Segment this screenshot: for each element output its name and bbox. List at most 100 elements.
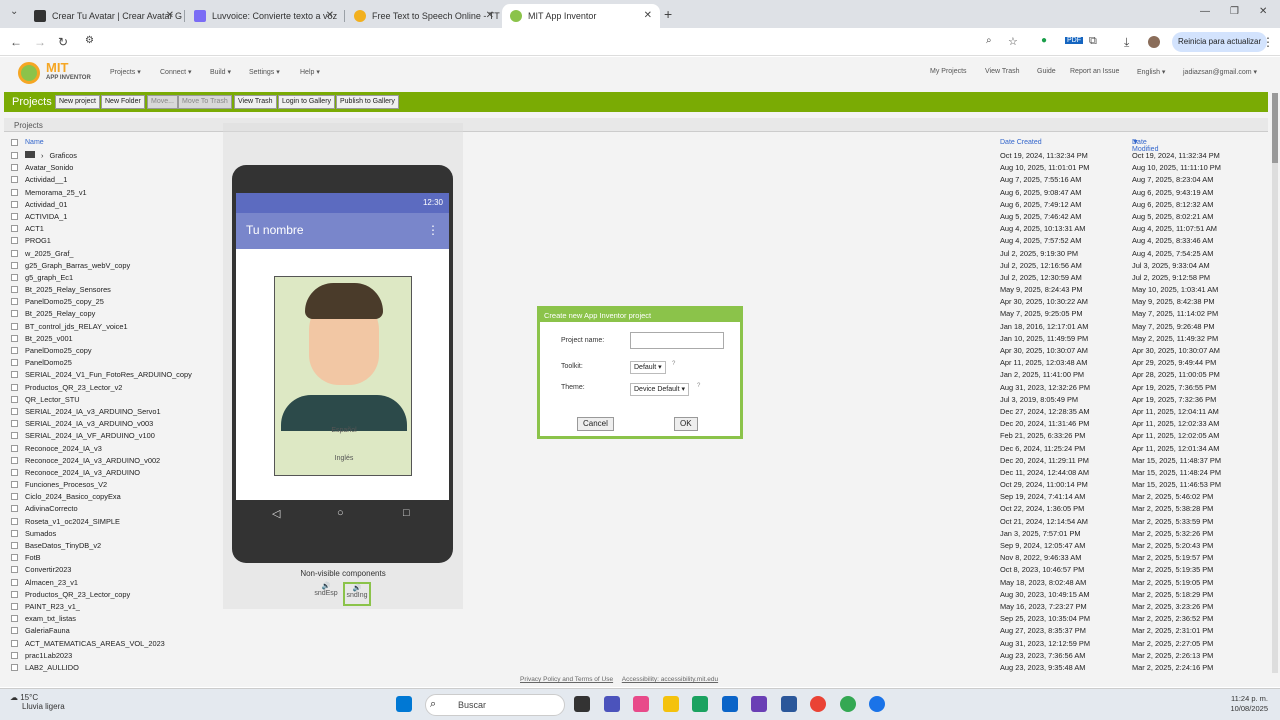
project-name[interactable]: Avatar_Sonido (25, 163, 73, 172)
language-menu[interactable]: English ▾ (1137, 68, 1165, 76)
project-name[interactable]: ACT_MATEMATICAS_AREAS_VOL_2023 (25, 639, 165, 648)
table-row[interactable]: Actividad__1 Aug 7, 2025, 7:55:16 AM Aug 7… (4, 174, 1268, 186)
table-row[interactable]: ACT_MATEMATICAS_AREAS_VOL_2023 Aug 31, 20… (4, 638, 1268, 650)
project-name[interactable]: Actividad__1 (25, 175, 67, 184)
project-name[interactable]: Reconoce_2024_IA_v3_ARDUINO (25, 468, 140, 477)
column-date-modified[interactable]: Date Modified ▼ (1132, 139, 1158, 153)
row-checkbox[interactable] (11, 420, 18, 428)
profile-avatar[interactable] (1148, 36, 1160, 48)
start-icon[interactable] (396, 696, 412, 712)
copilot-icon[interactable] (633, 696, 649, 712)
project-name[interactable]: PanelDomo25_copy_25 (25, 297, 104, 306)
theme-select[interactable]: Device Default ▾ (630, 383, 689, 396)
task-view-icon[interactable] (574, 696, 590, 712)
column-date-created[interactable]: Date Created (1000, 139, 1042, 146)
row-checkbox[interactable] (11, 481, 18, 489)
table-row[interactable]: › Graficos Oct 19, 2024, 11:32:34 PM Oct 19… (4, 150, 1268, 162)
row-checkbox[interactable] (11, 517, 18, 525)
new-tab-icon[interactable]: + (664, 6, 672, 22)
table-row[interactable]: FotB Nov 8, 2022, 9:46:33 AM Mar 2, 2025, … (4, 552, 1268, 564)
close-icon[interactable]: ✕ (486, 10, 494, 21)
project-name[interactable]: AdivinaCorrecto (25, 504, 78, 513)
row-checkbox[interactable] (11, 249, 18, 257)
menu-settings[interactable]: Settings ▾ (249, 68, 280, 76)
publish-gallery-button[interactable]: Publish to Gallery (336, 95, 399, 109)
project-name[interactable]: BaseDatos_TinyDB_v2 (25, 541, 101, 550)
system-clock[interactable]: 11:24 p. m. 10/08/2025 (1230, 694, 1268, 714)
taskbar-search[interactable]: Buscar (425, 694, 565, 716)
table-row[interactable]: Sumados Jan 3, 2025, 7:57:01 PM Mar 2, 202… (4, 528, 1268, 540)
row-checkbox[interactable] (11, 590, 18, 598)
move-to-trash-button[interactable]: Move To Trash (178, 95, 232, 109)
privacy-link[interactable]: Privacy Policy and Terms of Use (520, 676, 613, 683)
project-name[interactable]: ACT1 (25, 224, 44, 233)
close-icon[interactable]: ✕ (166, 10, 174, 21)
table-row[interactable]: g5_graph_Ec1 Jul 2, 2025, 12:30:59 AM Jul … (4, 272, 1268, 284)
row-checkbox[interactable] (11, 164, 18, 172)
table-row[interactable]: Bt_2025_Relay_Sensores May 9, 2025, 8:24:… (4, 284, 1268, 296)
bookmark-star-icon[interactable]: ☆ (1008, 35, 1018, 48)
table-row[interactable]: ACT1 Aug 4, 2025, 10:13:31 AM Aug 4, 2025,… (4, 223, 1268, 235)
new-folder-button[interactable]: New Folder (101, 95, 145, 109)
mit-app-inventor-logo[interactable]: MIT APP INVENTOR (18, 60, 98, 86)
table-row[interactable]: PAINT_R23_v1_ May 16, 2023, 7:23:27 PM Mar… (4, 601, 1268, 613)
project-name[interactable]: g5_graph_Ec1 (25, 273, 73, 282)
back-icon[interactable]: ← (10, 35, 22, 49)
table-row[interactable]: Reconoce_2024_IA_v3 Dec 6, 2024, 11:25:24… (4, 443, 1268, 455)
table-row[interactable]: GaleriaFauna Aug 27, 2023, 8:35:37 PM Mar … (4, 625, 1268, 637)
cancel-button[interactable]: Cancel (577, 417, 614, 431)
table-row[interactable]: Reconoce_2024_IA_v3_ARDUINO_v002 Dec 20, … (4, 455, 1268, 467)
menu-help[interactable]: Help ▾ (300, 68, 320, 76)
project-name[interactable]: prac1Lab2023 (25, 651, 72, 660)
tab-search-icon[interactable]: ⌄ (10, 6, 18, 17)
project-name[interactable]: Funciones_Procesos_V2 (25, 480, 107, 489)
row-checkbox[interactable] (11, 237, 18, 245)
update-button[interactable]: Reinicia para actualizar (1172, 32, 1268, 52)
chevron-right-icon[interactable]: › (41, 151, 43, 160)
row-checkbox[interactable] (11, 188, 18, 196)
table-row[interactable]: prac1Lab2023 Aug 23, 2023, 7:36:56 AM Mar … (4, 650, 1268, 662)
teams-icon[interactable] (604, 696, 620, 712)
row-checkbox[interactable] (11, 542, 18, 549)
row-checkbox[interactable] (11, 383, 18, 391)
project-name[interactable]: LAB2_AULLIDO (25, 663, 79, 672)
project-name[interactable]: GaleriaFauna (25, 626, 70, 635)
table-row[interactable]: Convertir2023 Oct 8, 2023, 10:46:57 PM Mar… (4, 564, 1268, 576)
row-checkbox[interactable] (11, 468, 18, 476)
report-issue-link[interactable]: Report an Issue (1070, 68, 1119, 75)
select-all-checkbox[interactable] (11, 139, 18, 146)
new-project-button[interactable]: New project (55, 95, 100, 109)
chrome-icon[interactable] (810, 696, 826, 712)
extension-icon[interactable]: ● (1041, 35, 1047, 46)
column-name[interactable]: Name (25, 139, 44, 146)
forward-icon[interactable]: → (34, 35, 46, 49)
row-checkbox[interactable] (11, 359, 18, 367)
scrollbar-thumb[interactable] (1272, 93, 1278, 163)
project-name-input[interactable] (630, 332, 724, 349)
project-name[interactable]: Memorama_25_v1 (25, 188, 87, 197)
project-name[interactable]: PanelDomo25_copy (25, 346, 92, 355)
row-checkbox[interactable] (11, 456, 18, 464)
row-checkbox[interactable] (11, 212, 18, 220)
move-button[interactable]: Move... (147, 95, 178, 109)
vscode-icon[interactable] (751, 696, 767, 712)
reload-icon[interactable]: ↻ (58, 35, 68, 49)
project-name[interactable]: FotB (25, 553, 41, 562)
project-name[interactable]: BT_control_jds_RELAY_voice1 (25, 322, 128, 331)
row-checkbox[interactable] (11, 371, 18, 379)
table-row[interactable]: Almacen_23_v1 May 18, 2023, 8:02:48 AM Mar… (4, 577, 1268, 589)
table-row[interactable]: exam_txt_listas Sep 25, 2023, 10:35:04 PM… (4, 613, 1268, 625)
row-checkbox[interactable] (11, 493, 18, 501)
project-name[interactable]: Ciclo_2024_Basico_copyExa (25, 492, 121, 501)
table-row[interactable]: LAB2_AULLIDO Aug 23, 2023, 9:35:48 AM Mar … (4, 662, 1268, 674)
project-name[interactable]: › Graficos (25, 151, 77, 160)
project-name[interactable]: Bt_2025_v001 (25, 334, 73, 343)
chrome-profile-icon[interactable] (840, 696, 856, 712)
project-name[interactable]: SERIAL_2024_IA_v3_ARDUINO_v003 (25, 419, 153, 428)
download-icon[interactable]: ⤓ (1124, 35, 1129, 50)
row-checkbox[interactable] (11, 334, 18, 342)
project-name[interactable]: Almacen_23_v1 (25, 578, 78, 587)
table-row[interactable]: AdivinaCorrecto Oct 22, 2024, 1:36:05 PM M… (4, 503, 1268, 515)
tab-luvvoice[interactable]: Luvvoice: Convierte texto a voz ✕ (186, 4, 342, 28)
menu-build[interactable]: Build ▾ (210, 68, 231, 76)
